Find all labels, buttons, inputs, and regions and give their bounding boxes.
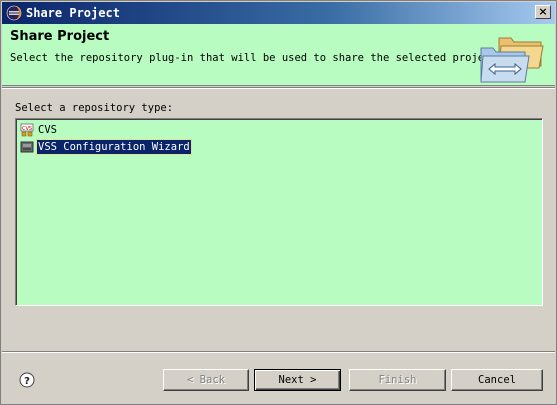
- finish-button[interactable]: Finish: [349, 369, 446, 391]
- list-item-vss-configuration-wizard[interactable]: VSS Configuration Wizard: [20, 139, 192, 155]
- svg-text:?: ?: [24, 376, 30, 387]
- back-button[interactable]: < Back: [163, 369, 249, 391]
- cancel-button[interactable]: Cancel: [451, 369, 543, 391]
- wizard-banner: Share Project Select the repository plug…: [2, 24, 555, 86]
- banner-description: Select the repository plug-in that will …: [10, 52, 504, 64]
- share-project-dialog: Share Project × Share Project Select the…: [0, 0, 557, 405]
- banner-separator: [2, 87, 555, 89]
- button-bar-separator: [2, 351, 555, 353]
- list-item-label: VSS Configuration Wizard: [36, 139, 192, 155]
- help-icon[interactable]: ?: [19, 372, 35, 388]
- close-button[interactable]: ×: [535, 5, 551, 19]
- title-bar[interactable]: Share Project ×: [2, 2, 555, 24]
- repository-type-list[interactable]: CVS CVS VSS Configuration Wizard: [15, 118, 543, 306]
- next-button[interactable]: Next >: [254, 369, 341, 391]
- vss-icon: [20, 140, 35, 154]
- svg-text:CVS: CVS: [22, 126, 32, 132]
- list-item-cvs[interactable]: CVS CVS: [20, 122, 58, 138]
- banner-title: Share Project: [10, 29, 110, 44]
- share-folders-icon: [477, 32, 547, 86]
- cvs-icon: CVS: [20, 123, 35, 137]
- list-item-label: CVS: [38, 124, 57, 136]
- eclipse-icon: [6, 5, 22, 21]
- window-title: Share Project: [26, 6, 120, 20]
- repository-type-label: Select a repository type:: [15, 102, 174, 114]
